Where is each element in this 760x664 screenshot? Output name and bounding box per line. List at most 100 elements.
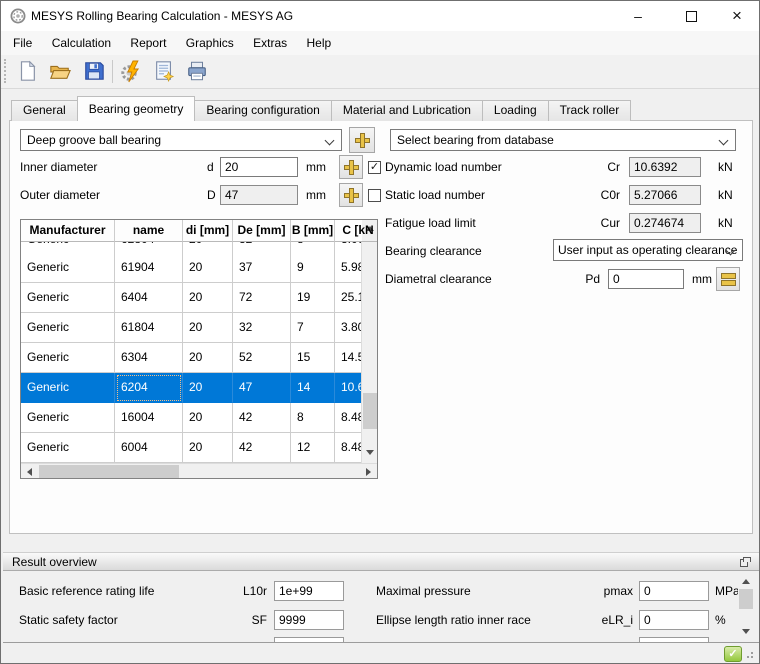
chevron-down-icon bbox=[719, 136, 729, 146]
menu-report[interactable]: Report bbox=[122, 31, 174, 55]
inner-diameter-checkbox[interactable]: ✓ bbox=[368, 161, 381, 174]
column-manufacturer[interactable]: Manufacturer bbox=[21, 220, 115, 242]
table-vscroll-thumb[interactable] bbox=[363, 393, 377, 429]
column-name[interactable]: name bbox=[115, 220, 183, 242]
outer-diameter-checkbox[interactable] bbox=[368, 189, 381, 202]
column-di[interactable]: di [mm] bbox=[183, 220, 233, 242]
fatigue-load-label: Fatigue load limit bbox=[385, 215, 476, 231]
inner-diameter-label: Inner diameter bbox=[20, 159, 97, 175]
menu-calculation[interactable]: Calculation bbox=[44, 31, 119, 55]
scroll-down-icon[interactable] bbox=[742, 629, 750, 634]
inner-diameter-options-button[interactable] bbox=[339, 155, 363, 179]
menu-bar: File Calculation Report Graphics Extras … bbox=[1, 31, 759, 55]
table-row[interactable]: Generic 61804 20 32 7 3.8010 bbox=[21, 313, 362, 343]
tab-loading[interactable]: Loading bbox=[482, 100, 549, 121]
outer-diameter-input[interactable] bbox=[220, 185, 298, 205]
scroll-down-icon[interactable] bbox=[366, 450, 374, 455]
report-document-icon bbox=[153, 60, 175, 82]
tab-track-roller[interactable]: Track roller bbox=[548, 100, 632, 121]
ellipse-ratio-inner-field[interactable] bbox=[639, 610, 709, 630]
menu-extras[interactable]: Extras bbox=[245, 31, 295, 55]
static-load-symbol: C0r bbox=[570, 187, 620, 203]
table-row-clipped[interactable]: Generic 62804 20 32 8 3.0010 bbox=[21, 242, 362, 253]
database-select[interactable]: Select bearing from database bbox=[390, 129, 736, 151]
clearance-options-button[interactable] bbox=[716, 267, 740, 291]
tab-material-and-lubrication[interactable]: Material and Lubrication bbox=[331, 100, 483, 121]
result-overview-header[interactable]: Result overview bbox=[3, 552, 759, 571]
checkmark-icon: ✓ bbox=[370, 161, 379, 173]
menu-file[interactable]: File bbox=[5, 31, 40, 55]
dynamic-load-unit: kN bbox=[718, 159, 733, 175]
table-row[interactable]: Generic 6304 20 52 15 14.549 bbox=[21, 343, 362, 373]
add-bearing-type-button[interactable] bbox=[349, 127, 375, 153]
column-c[interactable]: C [kN bbox=[335, 220, 378, 242]
toolbar bbox=[1, 55, 759, 89]
column-b[interactable]: B [mm] bbox=[291, 220, 335, 242]
static-safety-symbol: SF bbox=[217, 612, 267, 628]
static-load-label: Static load number bbox=[385, 187, 485, 203]
minimize-button[interactable]: – bbox=[615, 1, 661, 31]
table-hscroll-thumb[interactable] bbox=[39, 465, 179, 478]
results-vscroll-thumb[interactable] bbox=[739, 589, 753, 609]
status-bar: ✓ bbox=[1, 643, 759, 664]
inner-diameter-symbol: d bbox=[207, 159, 214, 175]
dynamic-load-field[interactable] bbox=[629, 157, 701, 177]
diametral-clearance-symbol: Pd bbox=[560, 271, 600, 287]
rating-life-field[interactable] bbox=[274, 581, 344, 601]
database-select-value: Select bearing from database bbox=[397, 133, 554, 147]
open-file-button[interactable] bbox=[46, 58, 74, 86]
results-vertical-scrollbar[interactable] bbox=[738, 571, 754, 642]
table-row[interactable]: Generic 61904 20 37 9 5.9863 bbox=[21, 253, 362, 283]
maximize-button[interactable] bbox=[668, 1, 714, 31]
tab-bearing-configuration[interactable]: Bearing configuration bbox=[194, 100, 331, 121]
ellipse-ratio-inner-unit: % bbox=[715, 612, 726, 628]
close-button[interactable]: × bbox=[714, 1, 760, 31]
result-overview-panel: Basic reference rating life L10r Maximal… bbox=[3, 571, 759, 643]
inner-diameter-input[interactable] bbox=[220, 157, 298, 177]
scroll-up-icon[interactable] bbox=[742, 579, 750, 584]
outer-diameter-unit: mm bbox=[306, 187, 326, 203]
table-row[interactable]: Generic 16004 20 42 8 8.4859 bbox=[21, 403, 362, 433]
tab-general[interactable]: General bbox=[11, 100, 78, 121]
new-file-button[interactable] bbox=[13, 58, 41, 86]
bearing-clearance-value: User input as operating clearance bbox=[558, 243, 737, 257]
dynamic-load-label: Dynamic load number bbox=[385, 159, 502, 175]
outer-diameter-options-button[interactable] bbox=[339, 183, 363, 207]
new-document-icon bbox=[16, 60, 38, 82]
save-button[interactable] bbox=[80, 58, 108, 86]
scroll-left-icon[interactable] bbox=[27, 468, 32, 476]
menu-graphics[interactable]: Graphics bbox=[178, 31, 242, 55]
rating-life-label: Basic reference rating life bbox=[19, 583, 154, 599]
inner-diameter-unit: mm bbox=[306, 159, 326, 175]
fatigue-load-field[interactable] bbox=[629, 213, 701, 233]
bearing-clearance-select[interactable]: User input as operating clearance bbox=[553, 239, 743, 261]
static-load-field[interactable] bbox=[629, 185, 701, 205]
toolbar-drag-handle[interactable] bbox=[4, 59, 9, 83]
diametral-clearance-input[interactable] bbox=[608, 269, 684, 289]
menu-help[interactable]: Help bbox=[299, 31, 340, 55]
table-horizontal-scrollbar[interactable] bbox=[21, 463, 377, 479]
maximize-icon bbox=[686, 11, 697, 22]
calculate-button[interactable] bbox=[117, 58, 145, 86]
table-vertical-scrollbar[interactable] bbox=[361, 220, 378, 463]
table-row-selected[interactable]: Generic 6204 20 47 14 10.639 bbox=[21, 373, 362, 403]
table-row[interactable]: Generic 6004 20 42 12 8.4859 bbox=[21, 433, 362, 463]
diametral-clearance-unit: mm bbox=[692, 271, 712, 287]
calculate-lightning-icon bbox=[119, 60, 143, 84]
scroll-right-icon[interactable] bbox=[366, 468, 371, 476]
bearing-type-select[interactable]: Deep groove ball bearing bbox=[20, 129, 342, 151]
printer-icon bbox=[186, 60, 208, 82]
calculation-ok-button[interactable]: ✓ bbox=[724, 646, 742, 662]
static-load-unit: kN bbox=[718, 187, 733, 203]
max-pressure-field[interactable] bbox=[639, 581, 709, 601]
static-safety-label: Static safety factor bbox=[19, 612, 118, 628]
column-de[interactable]: De [mm] bbox=[233, 220, 291, 242]
report-button[interactable] bbox=[150, 58, 178, 86]
static-safety-field[interactable] bbox=[274, 610, 344, 630]
diametral-clearance-label: Diametral clearance bbox=[385, 271, 492, 287]
result-overview-title: Result overview bbox=[12, 555, 97, 569]
table-row[interactable]: Generic 6404 20 72 19 25.194 bbox=[21, 283, 362, 313]
print-button[interactable] bbox=[183, 58, 211, 86]
tab-bearing-geometry[interactable]: Bearing geometry bbox=[77, 96, 196, 121]
undock-panel-icon[interactable] bbox=[740, 557, 749, 566]
